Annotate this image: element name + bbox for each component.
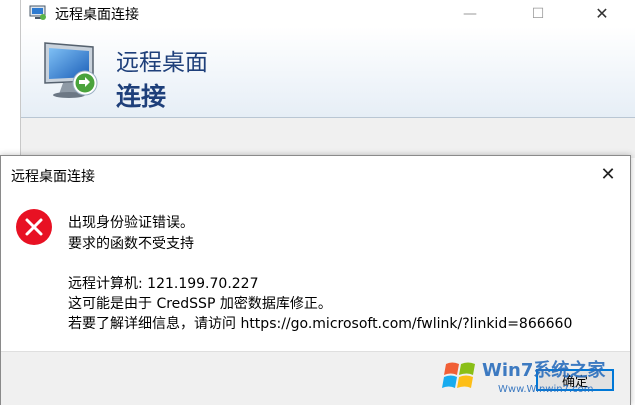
rdc-banner: 远程桌面 连接 [21,27,635,118]
error-message-line: 要求的函数不受支持 [68,236,194,252]
win7-watermark-logo: Win7系统之家 Www.Winwin7.com [442,359,606,395]
window-title: 远程桌面连接 [55,7,139,23]
dialog-title: 远程桌面连接 [11,169,95,185]
banner-title-line1: 远程桌面 [116,50,208,76]
minimize-button[interactable]: — [447,0,493,27]
svg-text:Win7系统之家: Win7系统之家 [482,359,606,381]
connection-panel [21,118,635,158]
dialog-close-button[interactable]: ✕ [586,156,630,192]
svg-text:Www.Winwin7.com: Www.Winwin7.com [498,384,593,395]
remote-desktop-icon [29,5,46,20]
dialog-titlebar: 远程桌面连接 ✕ [1,156,630,192]
error-icon [16,209,52,245]
remote-computer-line: 远程计算机: 121.199.70.227 [68,276,259,292]
window-titlebar: 远程桌面连接 — ☐ ✕ [21,0,635,27]
credssp-note-line: 这可能是由于 CredSSP 加密数据库修正。 [68,296,332,312]
banner-title-line2: 连接 [116,82,167,111]
close-button[interactable]: ✕ [579,0,625,27]
remote-desktop-monitor-icon [44,42,98,98]
maximize-button[interactable]: ☐ [515,0,561,27]
more-info-line: 若要了解详细信息，请访问 https://go.microsoft.com/fw… [68,316,573,332]
error-message-line: 出现身份验证错误。 [68,215,194,231]
